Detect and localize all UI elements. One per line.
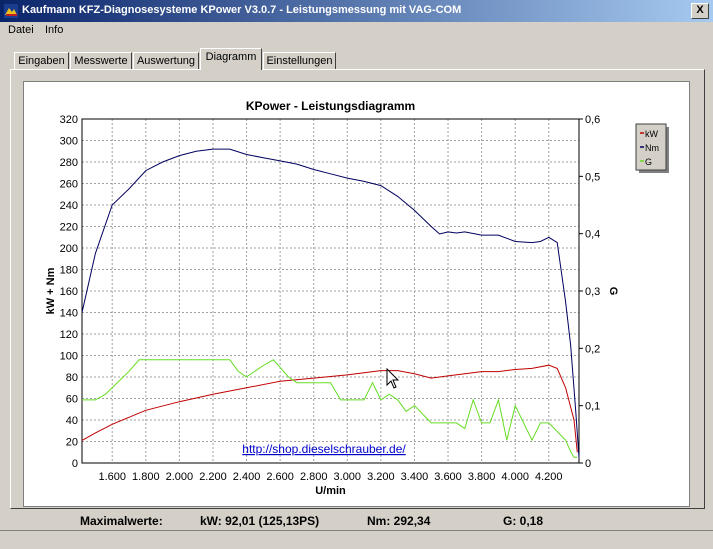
x-tick-label: 2.000: [166, 471, 194, 483]
x-tick-label: 4.000: [501, 471, 529, 483]
y-left-tick-label: 100: [60, 351, 78, 363]
y-right-tick-label: 0,2: [585, 343, 600, 355]
y-left-tick-label: 80: [66, 372, 78, 384]
chart-title: KPower - Leistungsdiagramm: [246, 99, 415, 113]
y-left-tick-label: 60: [66, 394, 78, 406]
x-tick-label: 3.800: [468, 471, 496, 483]
max-g-value: G: 0,18: [503, 514, 544, 528]
x-tick-label: 1.800: [132, 471, 160, 483]
tab-eingaben[interactable]: Eingaben: [14, 52, 69, 70]
legend-label-g: G: [645, 157, 652, 167]
max-values-label: Maximalwerte:: [80, 514, 163, 528]
x-tick-label: 2.600: [266, 471, 294, 483]
y-left-tick-label: 220: [60, 222, 78, 234]
y-left-tick-label: 280: [60, 157, 78, 169]
y-right-tick-label: 0,5: [585, 171, 600, 183]
y-left-tick-label: 40: [66, 415, 78, 427]
y-left-tick-label: 260: [60, 179, 78, 191]
chart-frame: KPower - Leistungsdiagramm 1.600 1.800 2.00…: [23, 81, 690, 507]
y-left-tick-label: 160: [60, 286, 78, 298]
tab-diagramm[interactable]: Diagramm: [200, 48, 262, 70]
shop-link[interactable]: http://shop.dieselschrauber.de/: [242, 442, 406, 456]
y-right-tick-label: 0,6: [585, 114, 600, 126]
x-tick-label: 4.200: [535, 471, 563, 483]
menu-bar: Datei Info: [0, 22, 713, 41]
status-divider: [0, 530, 713, 531]
x-tick-label: 2.800: [300, 471, 328, 483]
power-chart: KPower - Leistungsdiagramm 1.600 1.800 2.00…: [45, 99, 669, 497]
y-right-tick-label: 0,3: [585, 286, 600, 298]
tab-einstellungen[interactable]: Einstellungen: [263, 52, 336, 70]
tab-messwerte[interactable]: Messwerte: [70, 52, 132, 70]
y-left-tick-label: 140: [60, 308, 78, 320]
legend-label-nm: Nm: [645, 143, 659, 153]
legend-label-kw: kW: [645, 129, 659, 139]
y-left-tick-label: 300: [60, 136, 78, 148]
y-left-axis-label: kW + Nm: [45, 267, 57, 314]
y-left-tick-label: 200: [60, 243, 78, 255]
x-tick-label: 3.400: [401, 471, 429, 483]
x-tick-label: 2.200: [199, 471, 227, 483]
max-nm-value: Nm: 292,34: [367, 514, 431, 528]
x-tick-label: 2.400: [233, 471, 261, 483]
y-right-tick-label: 0,4: [585, 229, 600, 241]
y-right-tick-label: 0: [585, 458, 591, 470]
x-tick-label: 3.600: [434, 471, 462, 483]
y-left-tick-label: 180: [60, 265, 78, 277]
tab-auswertung[interactable]: Auswertung: [133, 52, 199, 70]
y-left-tick-label: 120: [60, 329, 78, 341]
window-title: Kaufmann KFZ-Diagnosesysteme KPower V3.0…: [22, 4, 462, 16]
menu-datei[interactable]: Datei: [8, 24, 34, 36]
y-left-tick-label: 20: [66, 437, 78, 449]
footer: Maximalwerte: kW: 92,01 (125,13PS) Nm: 2…: [0, 508, 713, 549]
y-left-tick-label: 0: [72, 458, 78, 470]
y-left-tick-label: 240: [60, 200, 78, 212]
title-bar: Kaufmann KFZ-Diagnosesysteme KPower V3.0…: [0, 0, 713, 22]
y-right-tick-label: 0,1: [585, 401, 600, 413]
x-tick-label: 1.600: [98, 471, 126, 483]
close-button[interactable]: X: [691, 3, 709, 19]
menu-info[interactable]: Info: [45, 24, 63, 36]
series-line-kw: [81, 364, 578, 453]
x-tick-label: 3.200: [367, 471, 395, 483]
y-right-axis-label: G: [607, 287, 619, 296]
x-tick-label: 3.000: [334, 471, 362, 483]
y-left-tick-label: 320: [60, 114, 78, 126]
mouse-cursor-icon: [386, 367, 400, 389]
x-axis-label: U/min: [315, 485, 346, 497]
app-logo-icon: [4, 4, 18, 18]
max-kw-value: kW: 92,01 (125,13PS): [200, 514, 320, 528]
series-line-nm: [81, 148, 580, 458]
